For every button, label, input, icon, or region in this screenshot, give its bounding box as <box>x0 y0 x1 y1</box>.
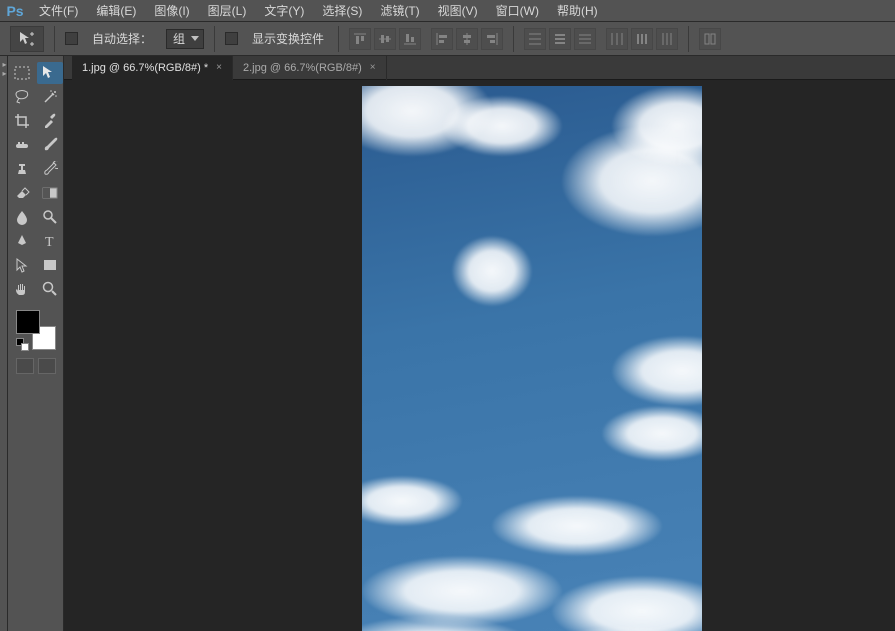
align-vcenter-button[interactable] <box>374 28 396 50</box>
auto-select-checkbox[interactable] <box>65 32 78 45</box>
path-selection-tool[interactable] <box>9 254 35 276</box>
cloud-shape <box>552 576 702 631</box>
workspace: ▸▸ T <box>0 56 895 631</box>
close-tab-icon[interactable]: × <box>216 56 222 80</box>
healing-brush-tool[interactable] <box>9 134 35 156</box>
document-tabs: 1.jpg @ 66.7%(RGB/8#) * × 2.jpg @ 66.7%(… <box>64 56 895 80</box>
gradient-tool[interactable] <box>37 182 63 204</box>
align-top-button[interactable] <box>349 28 371 50</box>
tab-label: 2.jpg @ 66.7%(RGB/8#) <box>243 56 362 80</box>
quick-mask-row <box>8 358 63 374</box>
align-bottom-button[interactable] <box>399 28 421 50</box>
distribute-vcenter-button[interactable] <box>549 28 571 50</box>
menu-filter[interactable]: 滤镜(T) <box>371 0 428 22</box>
distribute-group-2 <box>606 28 678 50</box>
divider <box>214 26 215 52</box>
divider <box>513 26 514 52</box>
move-tool-icon <box>19 31 35 47</box>
dodge-tool[interactable] <box>37 206 63 228</box>
document-canvas[interactable] <box>362 86 702 631</box>
menu-edit[interactable]: 编辑(E) <box>87 0 145 22</box>
crop-tool[interactable] <box>9 110 35 132</box>
auto-select-label: 自动选择： <box>92 30 152 47</box>
svg-text:T: T <box>45 235 54 249</box>
cloud-shape <box>602 406 702 461</box>
distribute-bottom-button[interactable] <box>574 28 596 50</box>
divider <box>338 26 339 52</box>
marquee-tool[interactable] <box>9 62 35 84</box>
align-right-button[interactable] <box>481 28 503 50</box>
align-hcenter-button[interactable] <box>456 28 478 50</box>
menu-window[interactable]: 窗口(W) <box>487 0 548 22</box>
menu-view[interactable]: 视图(V) <box>429 0 487 22</box>
cloud-shape <box>362 476 462 526</box>
show-transform-label: 显示变换控件 <box>252 30 324 47</box>
menu-bar: Ps 文件(F) 编辑(E) 图像(I) 图层(L) 文字(Y) 选择(S) 滤… <box>0 0 895 22</box>
distribute-hcenter-button[interactable] <box>631 28 653 50</box>
cloud-shape <box>442 96 562 156</box>
cloud-shape <box>612 336 702 406</box>
distribute-group-1 <box>524 28 596 50</box>
foreground-color-swatch[interactable] <box>16 310 40 334</box>
screen-mode-button[interactable] <box>38 358 56 374</box>
document-tab-2[interactable]: 2.jpg @ 66.7%(RGB/8#) × <box>233 56 387 80</box>
blur-tool[interactable] <box>9 206 35 228</box>
show-transform-checkbox[interactable] <box>225 32 238 45</box>
distribute-right-button[interactable] <box>656 28 678 50</box>
close-tab-icon[interactable]: × <box>370 56 376 80</box>
chevron-down-icon <box>191 36 199 41</box>
default-colors-icon[interactable] <box>16 338 26 348</box>
auto-align-button[interactable] <box>699 28 721 50</box>
magic-wand-tool[interactable] <box>37 86 63 108</box>
divider <box>54 26 55 52</box>
auto-select-value: 组 <box>173 30 185 47</box>
menu-select[interactable]: 选择(S) <box>313 0 371 22</box>
distribute-top-button[interactable] <box>524 28 546 50</box>
canvas-zone: 1.jpg @ 66.7%(RGB/8#) * × 2.jpg @ 66.7%(… <box>64 56 895 631</box>
brush-tool[interactable] <box>37 134 63 156</box>
distribute-left-button[interactable] <box>606 28 628 50</box>
tab-label: 1.jpg @ 66.7%(RGB/8#) * <box>82 56 208 80</box>
align-left-button[interactable] <box>431 28 453 50</box>
move-tool[interactable] <box>37 62 63 84</box>
menu-type[interactable]: 文字(Y) <box>255 0 313 22</box>
history-brush-tool[interactable] <box>37 158 63 180</box>
color-swatches[interactable] <box>16 310 56 350</box>
tools-panel: T <box>8 56 64 631</box>
eraser-tool[interactable] <box>9 182 35 204</box>
menu-file[interactable]: 文件(F) <box>30 0 87 22</box>
menu-image[interactable]: 图像(I) <box>145 0 198 22</box>
app-logo: Ps <box>0 0 30 22</box>
pen-tool[interactable] <box>9 230 35 252</box>
auto-align-group <box>699 28 721 50</box>
eyedropper-tool[interactable] <box>37 110 63 132</box>
canvas-area[interactable] <box>64 80 895 631</box>
standard-mode-button[interactable] <box>16 358 34 374</box>
align-group-2 <box>431 28 503 50</box>
clone-stamp-tool[interactable] <box>9 158 35 180</box>
lasso-tool[interactable] <box>9 86 35 108</box>
type-tool[interactable]: T <box>37 230 63 252</box>
cloud-shape <box>452 236 532 306</box>
menu-help[interactable]: 帮助(H) <box>548 0 607 22</box>
panel-expand-handle[interactable]: ▸▸ <box>0 56 8 631</box>
align-group-1 <box>349 28 421 50</box>
rectangle-tool[interactable] <box>37 254 63 276</box>
document-tab-1[interactable]: 1.jpg @ 66.7%(RGB/8#) * × <box>72 56 233 80</box>
hand-tool[interactable] <box>9 278 35 300</box>
cloud-shape <box>362 556 562 626</box>
current-tool-indicator[interactable] <box>10 26 44 52</box>
auto-select-dropdown[interactable]: 组 <box>166 29 204 49</box>
cloud-shape <box>492 496 662 556</box>
options-bar: 自动选择： 组 显示变换控件 <box>0 22 895 56</box>
divider <box>688 26 689 52</box>
menu-layer[interactable]: 图层(L) <box>199 0 256 22</box>
zoom-tool[interactable] <box>37 278 63 300</box>
